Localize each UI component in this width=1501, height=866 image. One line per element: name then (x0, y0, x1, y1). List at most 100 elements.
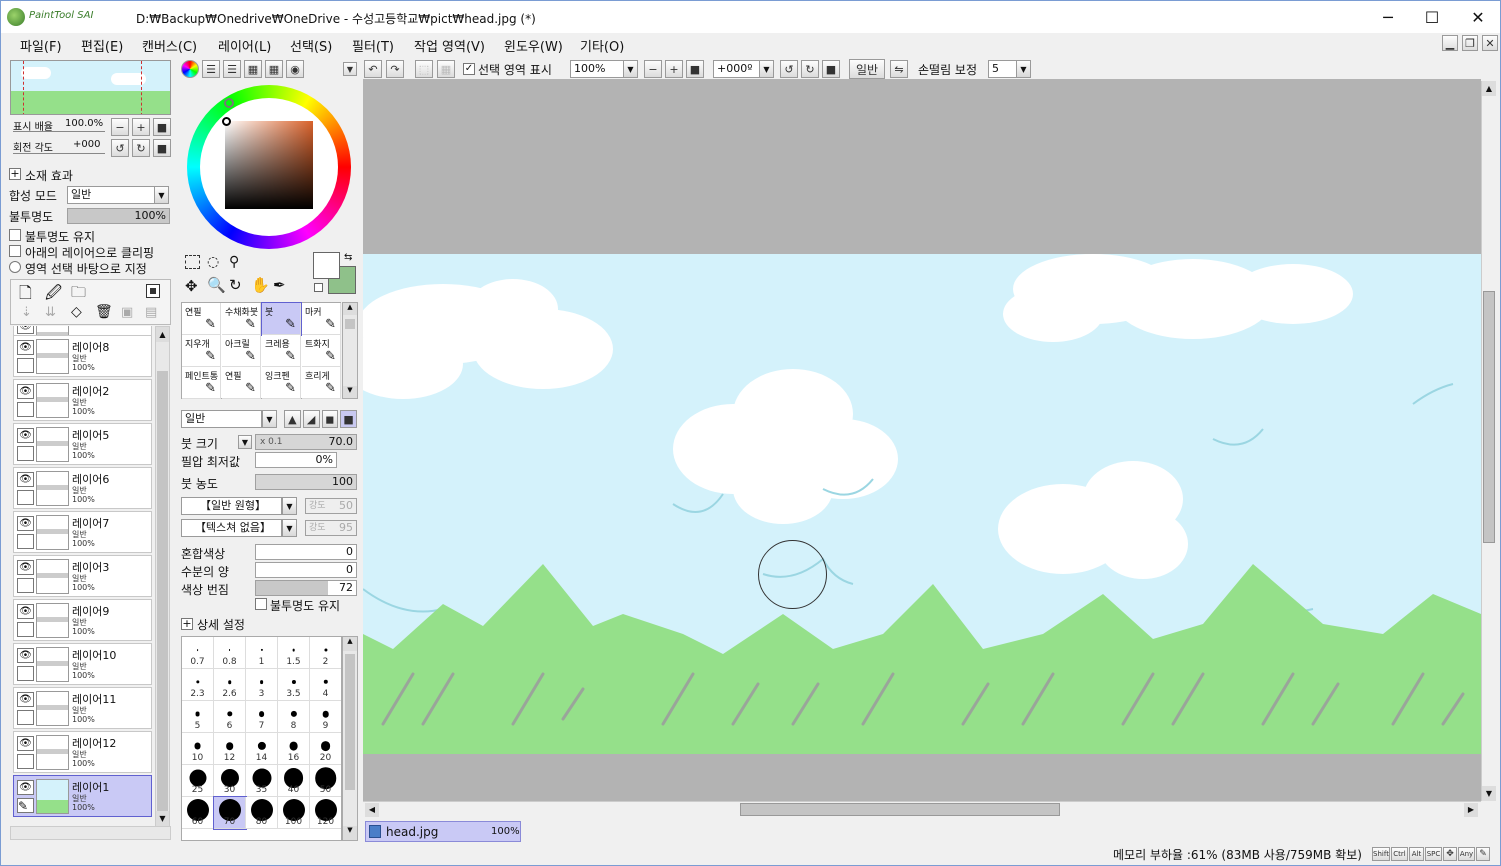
brush-size-preset[interactable]: 2 (310, 637, 341, 669)
mdi-minimize-icon[interactable]: ▁ (1442, 35, 1458, 51)
undo-icon[interactable]: ↶ (364, 60, 382, 78)
shape-strength-slider[interactable]: 강도 50 (305, 498, 357, 514)
brush-size-preset[interactable]: 5 (182, 701, 214, 733)
menu-edit[interactable]: 편집(E) (81, 36, 123, 55)
show-selection-checkbox[interactable]: ✓ (463, 63, 475, 75)
delete-layer-icon[interactable]: 🗑 (95, 304, 113, 320)
layer-lock-toggle[interactable] (17, 622, 34, 637)
size-scroll-down-icon[interactable]: ▼ (343, 826, 357, 840)
scratchpad-tab-icon[interactable]: ◉ (286, 60, 304, 78)
canvas-zoom-chevron-down-icon[interactable]: ▼ (623, 60, 638, 78)
redo-icon[interactable]: ↷ (386, 60, 404, 78)
brush-size-preset[interactable]: 2.6 (214, 669, 246, 701)
eyedropper-icon[interactable]: ✒ (273, 276, 286, 294)
tool-button[interactable]: 마커 ✎ (302, 303, 341, 335)
color-wheel[interactable] (187, 85, 351, 249)
tool-button[interactable]: 붓 ✎ (261, 302, 302, 336)
stabilizer-chevron-down-icon[interactable]: ▼ (1016, 60, 1031, 78)
brush-size-preset[interactable]: 70 (213, 796, 247, 830)
rotate-right-icon[interactable]: ↻ (132, 139, 150, 157)
brush-size-slider[interactable]: x 0.1 70.0 (255, 434, 357, 450)
scroll-down-icon[interactable]: ▼ (156, 811, 169, 826)
rotate-value[interactable]: +000 (73, 139, 100, 150)
brush-size-preset[interactable]: 40 (278, 765, 310, 797)
layer-lock-toggle[interactable] (17, 710, 34, 725)
visibility-eye-icon[interactable]: 👁 (17, 780, 34, 795)
layer-lock-toggle[interactable] (17, 534, 34, 549)
texture-strength-slider[interactable]: 강도 95 (305, 520, 357, 536)
canvas-hscrollbar[interactable]: ◀ ▶ (363, 801, 1481, 817)
hand-icon[interactable]: ✋ (251, 276, 270, 294)
edge-sharp-icon[interactable]: ■ (340, 410, 357, 428)
tool-button[interactable]: 페인트통 ✎ (182, 367, 221, 399)
layer-row[interactable]: 👁 레이어8 일반 100% (13, 335, 152, 377)
layer-row[interactable]: 👁 레이어10 일반 100% (13, 643, 152, 685)
transparent-color-icon[interactable] (314, 283, 323, 292)
effects-expand-icon[interactable]: + (9, 168, 21, 180)
opacity-slider[interactable]: 100% (67, 208, 170, 224)
deselect-icon[interactable]: ⬚ (415, 60, 433, 78)
density-slider[interactable]: 100 (255, 474, 357, 490)
layer-scrollbar[interactable]: ▲ ▼ (155, 326, 170, 826)
brush-size-preset[interactable]: 50 (310, 765, 341, 797)
visibility-eye-icon[interactable]: 👁 (17, 384, 34, 399)
transfer-down-icon[interactable]: ⇣ (21, 305, 32, 320)
canvas-rotate-reset-icon[interactable]: ■ (822, 60, 840, 78)
visibility-eye-icon[interactable]: 👁 (17, 648, 34, 663)
menu-file[interactable]: 파일(F) (20, 36, 62, 55)
brush-size-preset[interactable]: 3 (246, 669, 278, 701)
menu-layer[interactable]: 레이어(L) (218, 36, 271, 55)
flatten-icon[interactable]: ▤ (145, 305, 157, 320)
layer-row[interactable]: 👁 레이어7 일반 100% (13, 511, 152, 553)
blend-slider[interactable]: 0 (255, 544, 357, 560)
layer-lock-toggle[interactable] (17, 402, 34, 417)
visibility-eye-icon[interactable]: 👁 (17, 340, 34, 355)
brush-size-preset[interactable]: 30 (214, 765, 246, 797)
merge-visible-icon[interactable]: ▣ (121, 305, 133, 320)
layer-row[interactable]: 👁 레이어12 일반 100% (13, 731, 152, 773)
mdi-close-icon[interactable]: ✕ (1482, 35, 1498, 51)
tool-button[interactable]: 흐리게 ✎ (302, 367, 341, 399)
zoom-in-icon[interactable]: + (132, 118, 150, 136)
brush-texture-chevron-down-icon[interactable]: ▼ (282, 519, 297, 537)
advanced-expand-icon[interactable]: + (181, 618, 193, 630)
brush-size-preset[interactable]: 10 (182, 733, 214, 765)
menu-canvas[interactable]: 캔버스(C) (142, 36, 197, 55)
zoom-out-icon[interactable]: − (111, 118, 129, 136)
tool-button[interactable]: 아크릴 ✎ (222, 335, 261, 367)
layer-row[interactable]: 👁 레이어9 일반 100% (13, 599, 152, 641)
tool-button[interactable]: 크레용 ✎ (262, 335, 301, 367)
brush-size-preset[interactable]: 9 (310, 701, 341, 733)
swatches-tab-icon[interactable]: ▦ (244, 60, 262, 78)
canvas-scroll-down-icon[interactable]: ▼ (1482, 786, 1496, 801)
layer-row[interactable]: 👁 레이어6 일반 100% (13, 467, 152, 509)
user-swatches-tab-icon[interactable]: ▦ (265, 60, 283, 78)
brush-preserve-opacity-checkbox[interactable] (255, 598, 267, 610)
canvas-angle-chevron-down-icon[interactable]: ▼ (759, 60, 774, 78)
layer-lock-toggle[interactable] (17, 754, 34, 769)
color-wheel-tab-icon[interactable] (181, 60, 199, 78)
tool-button[interactable]: 잉크펜 ✎ (262, 367, 301, 399)
canvas-scroll-left-icon[interactable]: ◀ (365, 803, 379, 817)
layer-lock-toggle[interactable] (17, 578, 34, 593)
brush-shape-chevron-down-icon[interactable]: ▼ (282, 497, 297, 515)
edge-medium-icon[interactable]: ◢ (302, 410, 320, 428)
size-scroll-up-icon[interactable]: ▲ (343, 637, 357, 651)
min-pressure-slider[interactable]: 0% (255, 452, 337, 468)
canvas-vscrollbar[interactable]: ▲ ▼ (1481, 81, 1496, 801)
tool-button[interactable]: 연필 ✎ (182, 303, 221, 335)
tool-grid-scrollbar[interactable]: ▲ ▼ (342, 302, 358, 399)
visibility-eye-icon[interactable]: 👁 (17, 326, 34, 334)
water-slider[interactable]: 0 (255, 562, 357, 578)
hue-cursor[interactable] (224, 98, 234, 108)
tool-button[interactable]: 트화지 ✎ (302, 335, 341, 367)
brush-texture-select[interactable]: 【텍스쳐 없음】 (181, 519, 282, 537)
zoom-value[interactable]: 100.0% (65, 118, 103, 129)
brush-size-preset[interactable]: 14 (246, 733, 278, 765)
layer-lock-toggle[interactable] (17, 666, 34, 681)
canvas-scroll-up-icon[interactable]: ▲ (1482, 81, 1496, 96)
brush-size-preset[interactable]: 25 (182, 765, 214, 797)
move-icon[interactable]: ✥ (185, 277, 198, 295)
navigator-preview[interactable] (10, 60, 171, 115)
tool-button[interactable]: 지우개 ✎ (182, 335, 221, 367)
